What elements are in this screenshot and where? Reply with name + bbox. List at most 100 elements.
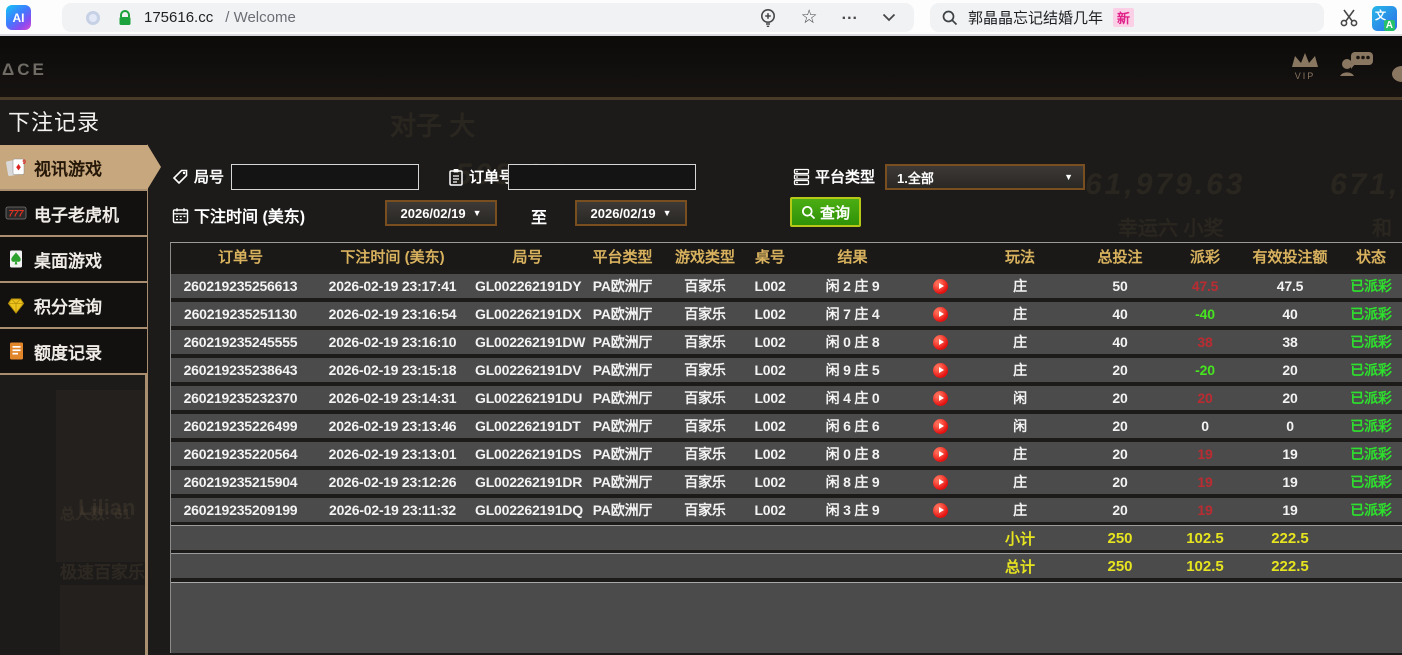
order-id-cell: 260219235245555 xyxy=(171,334,310,350)
table-row: 2602192352264992026-02-19 23:13:46GL0022… xyxy=(171,414,1402,438)
replay-cell xyxy=(910,418,970,435)
platform-cell: PA欧洲厅 xyxy=(580,360,665,380)
platform-cell: PA欧洲厅 xyxy=(580,276,665,296)
status-cell: 已派彩 xyxy=(1340,276,1402,296)
ssl-lock-icon[interactable] xyxy=(118,10,132,26)
replay-video-button[interactable] xyxy=(933,391,948,406)
column-header: 结果 xyxy=(795,246,910,267)
bet-records-table: 订单号下注时间 (美东)局号平台类型游戏类型桌号结果玩法总投注派彩有效投注额状态… xyxy=(170,242,1402,653)
total-bet-cell: 40 xyxy=(1070,306,1170,322)
replay-video-button[interactable] xyxy=(933,363,948,378)
replay-cell xyxy=(910,334,970,351)
site-logo: ΔCE xyxy=(2,60,47,80)
table-row: 2602192352323702026-02-19 23:14:31GL0022… xyxy=(171,386,1402,410)
vip-icon[interactable]: VIP xyxy=(1286,50,1324,81)
order-number-input[interactable] xyxy=(508,164,696,190)
replay-video-button[interactable] xyxy=(933,279,948,294)
sidebar-item-quota-records[interactable]: 额度记录 xyxy=(0,329,147,375)
sidebar-item-video-games[interactable]: 9 视讯游戏 xyxy=(0,145,147,191)
chevron-down-icon[interactable] xyxy=(882,13,896,22)
page-title: 下注记录 xyxy=(8,105,100,137)
round-id-cell: GL002262191DQ xyxy=(475,502,580,518)
status-cell: 已派彩 xyxy=(1340,388,1402,408)
order-number-label: 订单号 xyxy=(448,166,514,187)
platform-cell: PA欧洲厅 xyxy=(580,388,665,408)
translate-icon[interactable]: 文A xyxy=(1372,6,1397,31)
replay-cell xyxy=(910,390,970,407)
replay-video-button[interactable] xyxy=(933,503,948,518)
address-bar[interactable]: 175616.cc / Welcome ☆ ... xyxy=(62,3,914,32)
caret-down-icon: ▼ xyxy=(1064,172,1073,182)
background-dealer-tile xyxy=(60,585,146,655)
platform-type-select[interactable]: 1.全部 ▼ xyxy=(885,164,1085,190)
bet-time-cell: 2026-02-19 23:16:54 xyxy=(310,306,475,322)
site-header: ΔCE VIP xyxy=(0,36,1402,97)
sidebar-item-table-games[interactable]: 桌面游戏 xyxy=(0,237,147,283)
table-empty-area xyxy=(171,582,1402,653)
table-row: 2602192352511302026-02-19 23:16:54GL0022… xyxy=(171,302,1402,326)
total-bet-cell: 20 xyxy=(1070,390,1170,406)
subtotal-payout: 102.5 xyxy=(1170,530,1240,547)
payout-cell: 38 xyxy=(1170,334,1240,350)
bet-time-cell: 2026-02-19 23:15:18 xyxy=(310,362,475,378)
bet-time-cell: 2026-02-19 23:14:31 xyxy=(310,390,475,406)
sidebar-item-points-query[interactable]: 积分查询 xyxy=(0,283,147,329)
game-type-cell: 百家乐 xyxy=(665,444,745,464)
order-id-cell: 260219235232370 xyxy=(171,390,310,406)
caret-down-icon: ▼ xyxy=(473,208,482,218)
game-type-cell: 百家乐 xyxy=(665,304,745,324)
total-bet-cell: 20 xyxy=(1070,474,1170,490)
result-cell: 闲 2 庄 9 xyxy=(795,276,910,296)
customer-service-icon[interactable] xyxy=(1338,50,1376,80)
total-bet-cell: 50 xyxy=(1070,278,1170,294)
bet-time-cell: 2026-02-19 23:12:26 xyxy=(310,474,475,490)
more-options-icon[interactable]: ... xyxy=(842,7,858,23)
column-header: 桌号 xyxy=(745,246,795,267)
valid-bet-cell: 40 xyxy=(1240,306,1340,322)
game-type-cell: 百家乐 xyxy=(665,360,745,380)
extension-circle-icon[interactable] xyxy=(86,11,100,25)
result-cell: 闲 9 庄 5 xyxy=(795,360,910,380)
status-cell: 已派彩 xyxy=(1340,416,1402,436)
scissors-clip-icon[interactable] xyxy=(1338,7,1362,29)
replay-video-button[interactable] xyxy=(933,447,948,462)
round-id-cell: GL002262191DW xyxy=(475,334,580,350)
total-label: 总计 xyxy=(970,556,1070,577)
valid-bet-cell: 38 xyxy=(1240,334,1340,350)
sidebar-item-slots[interactable]: 777 电子老虎机 xyxy=(0,191,147,237)
status-cell: 已派彩 xyxy=(1340,472,1402,492)
column-header: 状态 xyxy=(1340,246,1402,267)
favorite-star-icon[interactable]: ☆ xyxy=(801,8,818,27)
order-id-cell: 260219235226499 xyxy=(171,418,310,434)
round-number-input[interactable] xyxy=(231,164,419,190)
date-from-select[interactable]: 2026/02/19 ▼ xyxy=(385,200,497,226)
date-to-select[interactable]: 2026/02/19 ▼ xyxy=(575,200,687,226)
valid-bet-cell: 19 xyxy=(1240,502,1340,518)
query-button[interactable]: 查询 xyxy=(790,197,861,227)
replay-video-button[interactable] xyxy=(933,475,948,490)
valid-bet-cell: 0 xyxy=(1240,418,1340,434)
background-ghost-text: 极速百家乐 xyxy=(60,558,145,583)
column-header: 局号 xyxy=(475,246,580,267)
search-icon xyxy=(942,10,958,26)
header-separator xyxy=(0,97,1402,100)
background-ghost-text: 幸运六 小奖 xyxy=(1118,212,1224,241)
column-header: 下注时间 (美东) xyxy=(310,246,475,267)
search-box[interactable]: 郭晶晶忘记结婚几年 新 xyxy=(930,3,1324,32)
game-type-cell: 百家乐 xyxy=(665,500,745,520)
table-number-cell: L002 xyxy=(745,390,795,406)
date-from-value: 2026/02/19 xyxy=(401,206,466,221)
play-type-cell: 庄 xyxy=(970,472,1070,492)
platform-type-value: 1.全部 xyxy=(897,168,934,187)
table-row: 2602192352205642026-02-19 23:13:01GL0022… xyxy=(171,442,1402,466)
play-type-cell: 庄 xyxy=(970,360,1070,380)
reader-plus-icon[interactable] xyxy=(759,8,777,28)
play-type-cell: 庄 xyxy=(970,444,1070,464)
document-icon xyxy=(5,341,27,361)
replay-video-button[interactable] xyxy=(933,335,948,350)
ai-extension-icon[interactable]: AI xyxy=(6,5,31,30)
payout-cell: 47.5 xyxy=(1170,278,1240,294)
url-path: / Welcome xyxy=(225,9,296,26)
replay-video-button[interactable] xyxy=(933,307,948,322)
replay-video-button[interactable] xyxy=(933,419,948,434)
